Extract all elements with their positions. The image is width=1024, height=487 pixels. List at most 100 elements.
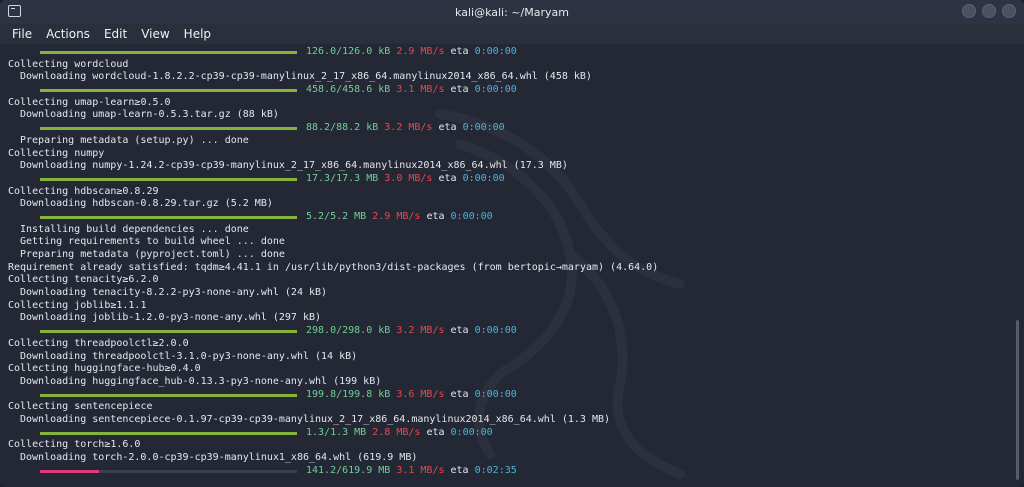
output-line: Downloading wordcloud-1.8.2.2-cp39-cp39-… xyxy=(20,71,592,83)
eta-value: 0:00:00 xyxy=(474,325,517,337)
output-line: Downloading threadpoolctl-3.1.0-py3-none… xyxy=(20,350,358,362)
progress-bar-fill xyxy=(40,177,297,181)
download-speed: 3.2 MB/s xyxy=(396,325,445,337)
output-line: Requirement already satisfied: tqdm≥4.41… xyxy=(8,261,659,273)
progress-stats: 17.3/17.3 MB 3.0 MB/s eta 0:00:00 xyxy=(306,173,505,186)
minimize-icon[interactable] xyxy=(962,4,976,18)
eta-label: eta xyxy=(420,210,451,222)
eta-value: 0:00:00 xyxy=(462,122,505,134)
menu-edit[interactable]: Edit xyxy=(104,27,127,41)
progress-bar-fill xyxy=(40,431,297,435)
terminal-output[interactable]: 126.0/126.0 kB 2.9 MB/s eta 0:00:00 Colle… xyxy=(0,44,1012,487)
output-line: Preparing metadata (pyproject.toml) ... … xyxy=(20,249,285,260)
output-line: Preparing metadata (setup.py) ... done xyxy=(20,134,249,146)
output-line: Collecting wordcloud xyxy=(8,58,129,70)
progress-stats: 5.2/5.2 MB 2.9 MB/s eta 0:00:00 xyxy=(306,211,493,224)
progress-line: 126.0/126.0 kB 2.9 MB/s eta 0:00:00 xyxy=(8,46,658,59)
progress-line: 17.3/17.3 MB 3.0 MB/s eta 0:00:00 xyxy=(8,173,658,186)
progress-bar xyxy=(40,177,297,181)
scrollbar-thumb[interactable] xyxy=(1016,320,1019,480)
output-line: Collecting threadpoolctl≥2.0.0 xyxy=(8,337,189,349)
download-size: 126.0/126.0 kB xyxy=(306,46,391,57)
progress-stats: 298.0/298.0 kB 3.2 MB/s eta 0:00:00 xyxy=(306,325,517,338)
download-speed: 3.0 MB/s xyxy=(384,172,433,184)
terminal-icon xyxy=(8,5,21,17)
eta-value: 0:00:00 xyxy=(474,46,517,57)
download-size: 5.2/5.2 MB xyxy=(306,210,367,222)
progress-line: 199.8/199.8 kB 3.6 MB/s eta 0:00:00 xyxy=(8,389,658,402)
progress-bar xyxy=(40,51,297,54)
output-line: Downloading joblib-1.2.0-py3-none-any.wh… xyxy=(20,312,322,324)
download-speed: 2.9 MB/s xyxy=(372,210,421,222)
output-line: Collecting tenacity≥6.2.0 xyxy=(8,274,159,286)
close-icon[interactable] xyxy=(1002,4,1016,18)
download-speed: 3.6 MB/s xyxy=(396,388,445,400)
progress-stats: 88.2/88.2 kB 3.2 MB/s eta 0:00:00 xyxy=(306,122,505,135)
download-speed: 3.1 MB/s xyxy=(396,464,445,476)
menu-view[interactable]: View xyxy=(141,27,169,41)
progress-bar-fill xyxy=(40,89,297,93)
download-speed: 3.1 MB/s xyxy=(396,84,445,96)
progress-bar xyxy=(40,469,297,473)
output-line: Downloading umap-learn-0.5.3.tar.gz (88 … xyxy=(20,109,279,121)
output-line: Collecting torch≥1.6.0 xyxy=(8,439,141,451)
progress-stats: 1.3/1.3 MB 2.8 MB/s eta 0:00:00 xyxy=(306,427,493,440)
eta-value: 0:02:35 xyxy=(474,464,517,476)
eta-label: eta xyxy=(444,325,475,337)
progress-bar xyxy=(40,127,297,131)
progress-bar xyxy=(40,330,297,334)
progress-stats: 199.8/199.8 kB 3.6 MB/s eta 0:00:00 xyxy=(306,389,517,402)
title-bar[interactable]: kali@kali: ~/Maryam xyxy=(0,0,1024,24)
menu-bar: File Actions Edit View Help xyxy=(0,24,1024,44)
eta-label: eta xyxy=(432,122,463,134)
output-line: Downloading huggingface_hub-0.13.3-py3-n… xyxy=(20,375,382,387)
progress-bar xyxy=(40,215,297,219)
terminal-window: kali@kali: ~/Maryam File Actions Edit Vi… xyxy=(0,0,1024,487)
output-line: Collecting sentencepiece xyxy=(8,401,153,413)
maximize-icon[interactable] xyxy=(982,4,996,18)
eta-value: 0:00:00 xyxy=(474,84,517,96)
output-line: Downloading tenacity-8.2.2-py3-none-any.… xyxy=(20,287,328,299)
eta-value: 0:00:00 xyxy=(450,426,493,438)
download-size: 458.6/458.6 kB xyxy=(306,84,391,96)
window-controls xyxy=(962,4,1016,18)
progress-bar xyxy=(40,431,297,435)
eta-label: eta xyxy=(420,426,451,438)
download-size: 199.8/199.8 kB xyxy=(306,388,391,400)
download-speed: 2.9 MB/s xyxy=(396,46,445,57)
progress-bar-fill xyxy=(40,393,297,397)
download-size: 1.3/1.3 MB xyxy=(306,426,367,438)
progress-stats: 458.6/458.6 kB 3.1 MB/s eta 0:00:00 xyxy=(306,84,517,97)
progress-bar-fill xyxy=(40,330,297,334)
menu-file[interactable]: File xyxy=(12,27,32,41)
output-line: Collecting hdbscan≥0.8.29 xyxy=(8,185,159,197)
eta-label: eta xyxy=(444,84,475,96)
progress-stats: 126.0/126.0 kB 2.9 MB/s eta 0:00:00 xyxy=(306,46,517,59)
output-line: Collecting umap-learn≥0.5.0 xyxy=(8,96,171,108)
menu-actions[interactable]: Actions xyxy=(46,27,90,41)
download-size: 17.3/17.3 MB xyxy=(306,172,379,184)
eta-label: eta xyxy=(444,388,475,400)
eta-value: 0:00:00 xyxy=(462,172,505,184)
progress-bar xyxy=(40,393,297,397)
menu-help[interactable]: Help xyxy=(184,27,211,41)
window-title: kali@kali: ~/Maryam xyxy=(455,5,569,19)
progress-line: 5.2/5.2 MB 2.9 MB/s eta 0:00:00 xyxy=(8,211,658,224)
output-line: Installing build dependencies ... done xyxy=(20,223,249,235)
output-line: Downloading hdbscan-0.8.29.tar.gz (5.2 M… xyxy=(20,198,273,210)
eta-label: eta xyxy=(432,172,463,184)
output-line: Collecting joblib≥1.1.1 xyxy=(8,299,147,311)
download-size: 141.2/619.9 MB xyxy=(306,464,391,476)
output-line: Collecting huggingface-hub≥0.4.0 xyxy=(8,363,201,375)
progress-line: 298.0/298.0 kB 3.2 MB/s eta 0:00:00 xyxy=(8,325,658,338)
eta-label: eta xyxy=(444,464,475,476)
progress-line: 141.2/619.9 MB 3.1 MB/s eta 0:02:35 xyxy=(8,465,658,478)
download-speed: 3.2 MB/s xyxy=(384,122,433,134)
eta-label: eta xyxy=(444,46,475,57)
scrollbar[interactable] xyxy=(1012,44,1024,487)
output-line: Downloading torch-2.0.0-cp39-cp39-manyli… xyxy=(20,452,418,463)
eta-value: 0:00:00 xyxy=(474,388,517,400)
output-line: Getting requirements to build wheel ... … xyxy=(20,236,285,248)
output-lines: 126.0/126.0 kB 2.9 MB/s eta 0:00:00 Colle… xyxy=(8,46,658,477)
eta-value: 0:00:00 xyxy=(450,210,493,222)
